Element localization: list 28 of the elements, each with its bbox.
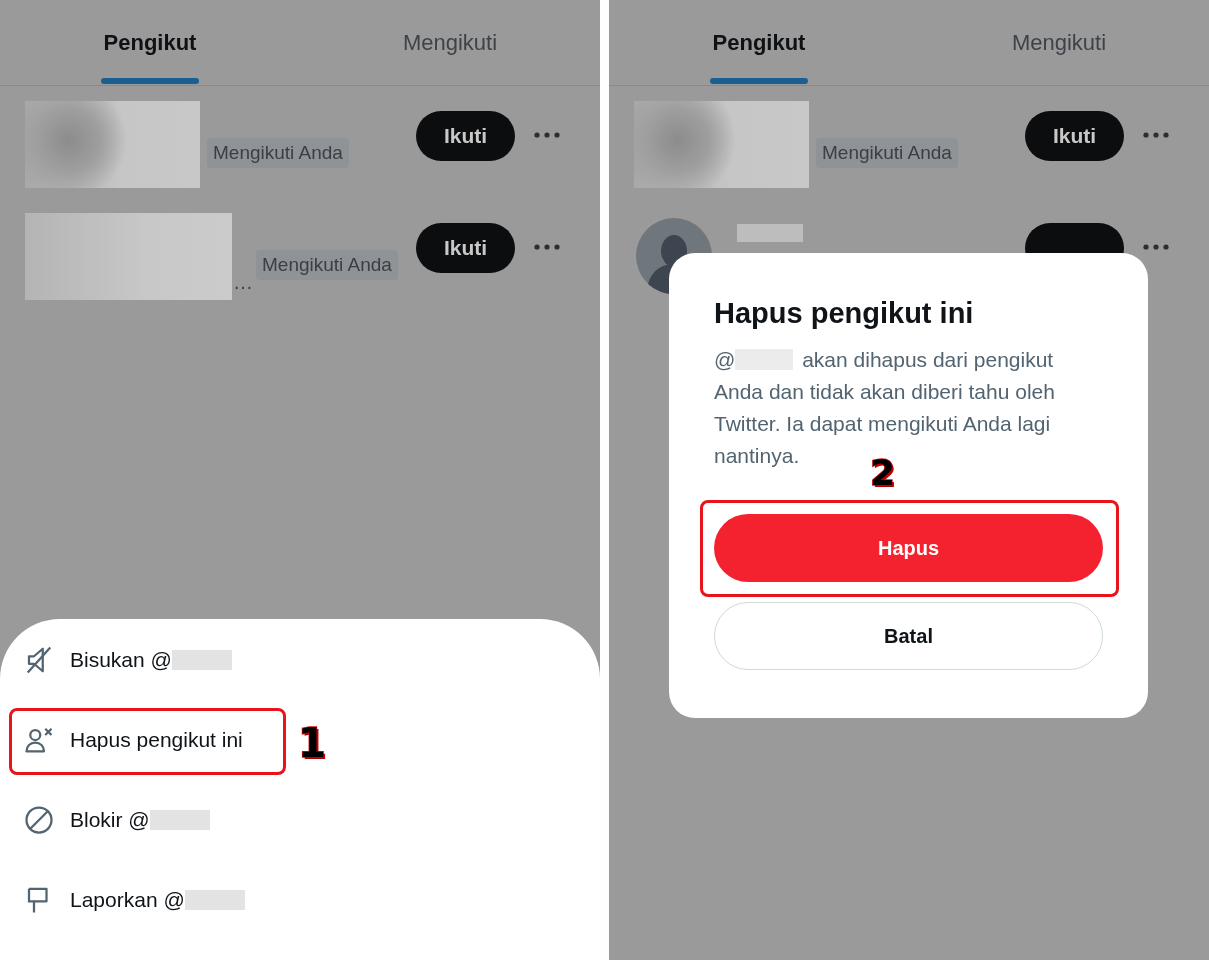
follow-button[interactable]: Ikuti <box>416 223 515 273</box>
ellipsis-text: … <box>233 271 253 294</box>
step-number: 1 <box>298 723 326 763</box>
remove-button[interactable]: Hapus <box>714 514 1103 582</box>
more-icon <box>1143 132 1169 138</box>
more-icon <box>534 244 560 250</box>
menu-item[interactable]: Blokir @ <box>0 800 210 840</box>
block-icon <box>24 805 54 835</box>
menu-item[interactable]: Hapus pengikut ini <box>0 720 243 760</box>
menu-item[interactable]: Bisukan @ <box>0 640 232 680</box>
menu-item[interactable]: Laporkan @ <box>0 880 245 920</box>
redacted-name <box>737 224 803 242</box>
tab[interactable]: Mengikuti <box>300 0 600 85</box>
dialog-title: Hapus pengikut ini <box>714 297 975 330</box>
follows-you-badge: Mengikuti Anda <box>256 250 398 280</box>
tab[interactable]: Mengikuti <box>909 0 1209 85</box>
step-number: 2 <box>870 455 896 491</box>
cancel-button[interactable]: Batal <box>714 602 1103 670</box>
follow-button[interactable]: Ikuti <box>416 111 515 161</box>
person-x-icon <box>24 725 54 755</box>
tab[interactable]: Pengikut <box>609 0 909 85</box>
follow-button[interactable]: Ikuti <box>1025 111 1124 161</box>
follows-you-badge: Mengikuti Anda <box>207 138 349 168</box>
speaker-off-icon <box>24 645 54 675</box>
follows-you-badge: Mengikuti Anda <box>816 138 958 168</box>
more-icon <box>534 132 560 138</box>
more-icon <box>1143 244 1169 250</box>
tab[interactable]: Pengikut <box>0 0 300 85</box>
